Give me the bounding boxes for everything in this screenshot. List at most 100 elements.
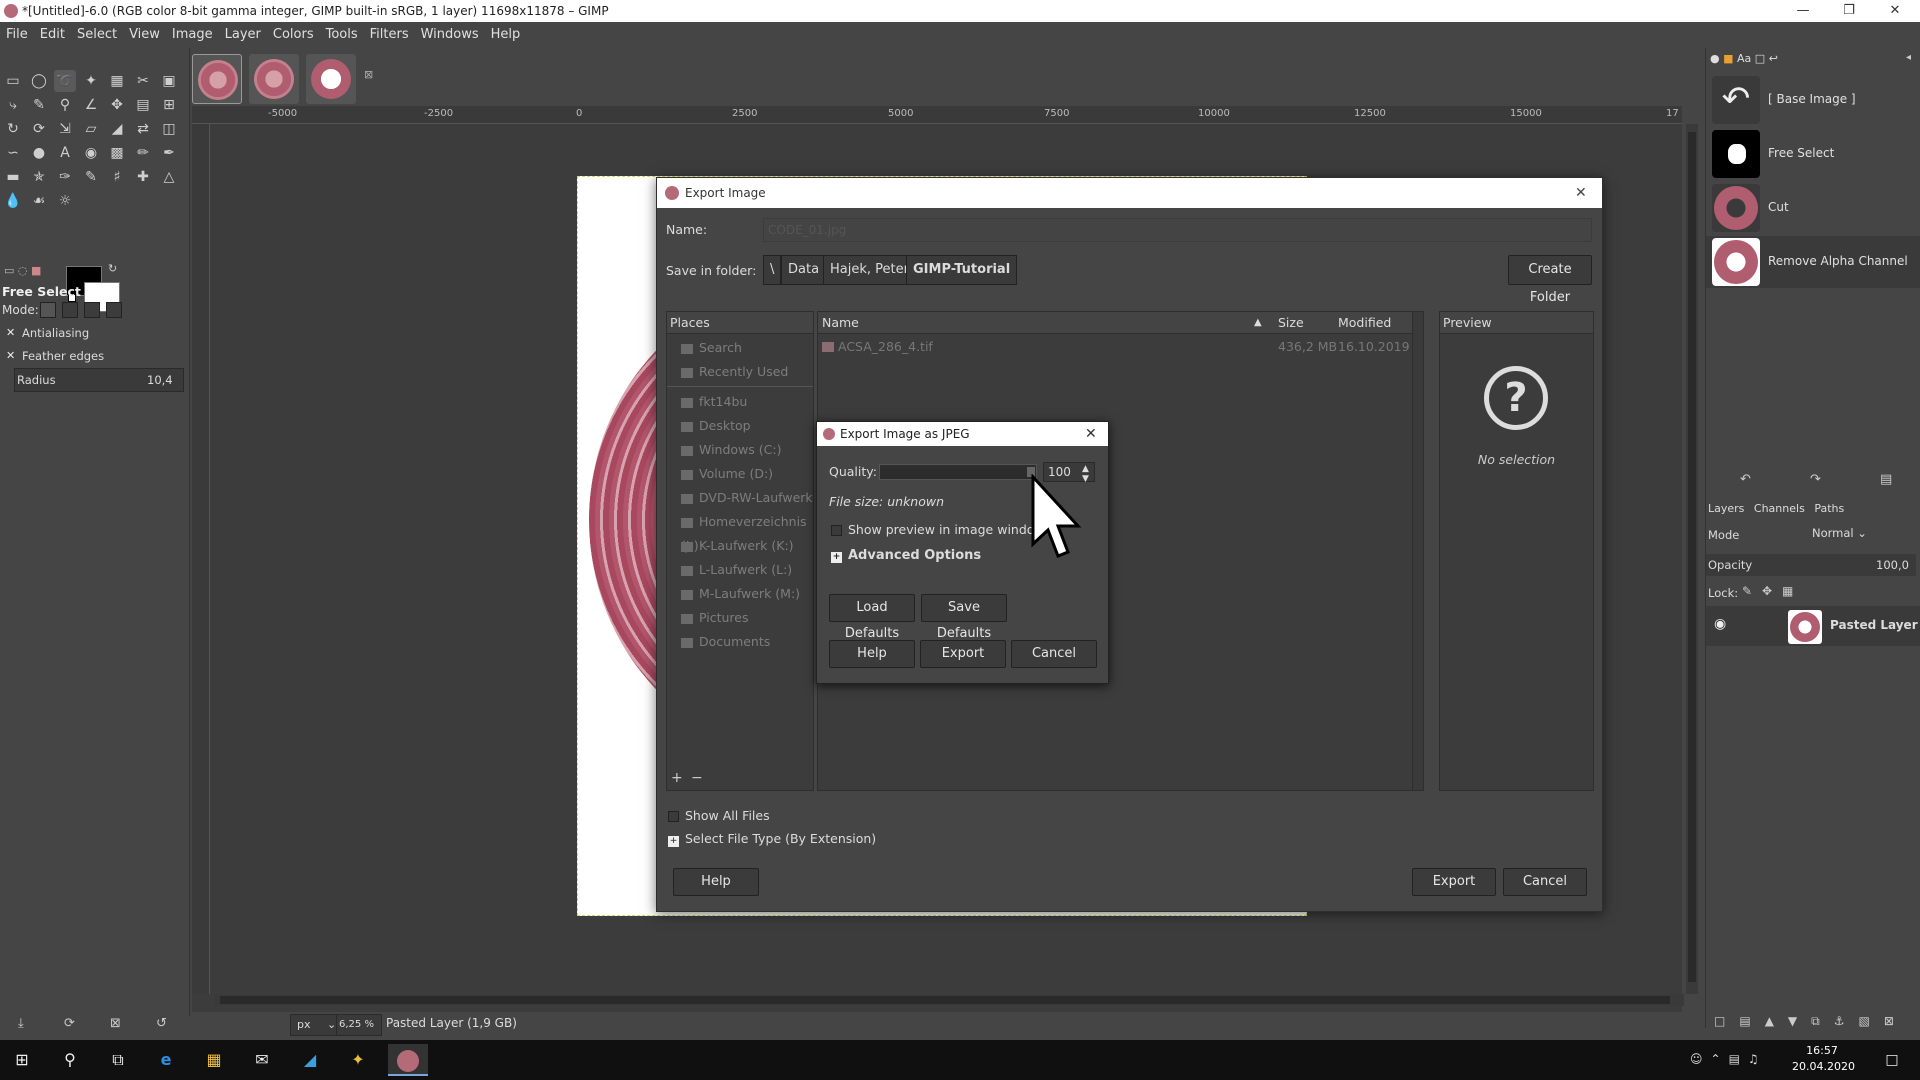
mail-icon[interactable]: ✉: [242, 1044, 282, 1076]
undo-history-item-active[interactable]: Remove Alpha Channel: [1706, 236, 1920, 288]
clock-date[interactable]: 20.04.2020: [1792, 1060, 1855, 1073]
fuzzy-select-icon[interactable]: ✦: [80, 70, 102, 92]
place-home[interactable]: fkt14bu: [681, 390, 747, 414]
mode-intersect-button[interactable]: [106, 302, 122, 318]
save-defaults-button[interactable]: Save Defaults: [921, 594, 1007, 641]
brush-tab-icon[interactable]: ●: [1710, 52, 1720, 65]
show-preview-checkbox[interactable]: [831, 525, 842, 536]
unit-select[interactable]: px ⌄: [290, 1014, 342, 1036]
paths-icon[interactable]: ⤷: [2, 94, 24, 116]
place-drive-k[interactable]: K-Laufwerk (K:): [681, 534, 794, 558]
paintbrush-icon[interactable]: ✒: [158, 142, 180, 164]
people-icon[interactable]: ☺: [1690, 1052, 1711, 1066]
ellipse-select-icon[interactable]: ◯: [28, 70, 50, 92]
undo-history-item[interactable]: Free Select: [1712, 128, 1917, 180]
quality-slider[interactable]: [879, 464, 1037, 480]
load-defaults-button[interactable]: Load Defaults: [829, 594, 915, 641]
perspective-icon[interactable]: ◢: [106, 118, 128, 140]
antialiasing-checkbox[interactable]: ✕: [6, 327, 18, 339]
horizontal-scrollbar[interactable]: [214, 994, 1684, 1006]
undo-history-item[interactable]: ↶ [ Base Image ]: [1712, 74, 1917, 126]
place-drive-l[interactable]: L-Laufwerk (L:): [681, 558, 792, 582]
path-current-button[interactable]: GIMP-Tutorial: [906, 255, 1018, 285]
horizontal-scroll-thumb[interactable]: [220, 996, 1670, 1004]
image-tab-3[interactable]: [306, 54, 356, 104]
maximize-icon[interactable]: ❐: [1826, 0, 1872, 22]
filename-input[interactable]: CODE_01.jpg: [763, 218, 1592, 242]
lock-pixels-icon[interactable]: ✎: [1742, 584, 1752, 598]
lock-position-icon[interactable]: ✥: [1762, 584, 1772, 598]
pattern-tab-icon[interactable]: ■: [1723, 52, 1733, 65]
gimp-taskbar-icon[interactable]: [388, 1044, 428, 1076]
image-tab-1[interactable]: [192, 54, 242, 104]
tab-paths[interactable]: Paths: [1814, 502, 1844, 515]
delete-tool-preset-icon[interactable]: ⊠: [110, 1016, 121, 1031]
minimize-icon[interactable]: —: [1780, 0, 1826, 22]
menu-view[interactable]: View: [123, 22, 166, 48]
move-icon[interactable]: ✥: [106, 94, 128, 116]
close-icon[interactable]: ✕: [1872, 0, 1918, 22]
clear-history-icon[interactable]: ▤: [1880, 472, 1892, 487]
path-user-button[interactable]: Hajek, Peter: [823, 255, 916, 285]
handle-transform-icon[interactable]: ●: [28, 142, 50, 164]
column-modified[interactable]: Modified: [1338, 312, 1391, 334]
reset-tool-options-icon[interactable]: ↺: [156, 1016, 167, 1031]
scale-icon[interactable]: ⇲: [54, 118, 76, 140]
device-status-tab-icon[interactable]: ◌: [18, 264, 28, 277]
place-drive-j[interactable]: Homeverzeichnis (J:): [681, 510, 813, 553]
zoom-select[interactable]: 6,25 %: [336, 1014, 382, 1036]
place-drive-c[interactable]: Windows (C:): [681, 438, 781, 462]
radius-slider[interactable]: Radius 10,4: [14, 368, 184, 392]
tab-layers[interactable]: Layers: [1708, 502, 1744, 515]
show-all-files-row[interactable]: Show All Files: [668, 808, 770, 823]
taskbar-app-icon[interactable]: ◢: [290, 1044, 330, 1076]
flip-icon[interactable]: ⇄: [132, 118, 154, 140]
airbrush-icon[interactable]: ✯: [28, 166, 50, 188]
mode-subtract-button[interactable]: [84, 302, 100, 318]
start-button-icon[interactable]: ⊞: [2, 1044, 42, 1076]
cage-icon[interactable]: ◫: [158, 118, 180, 140]
scissors-icon[interactable]: ✂: [132, 70, 154, 92]
shear-icon[interactable]: ▱: [80, 118, 102, 140]
show-all-files-checkbox[interactable]: [668, 811, 679, 822]
network-icon[interactable]: ▤: [1729, 1052, 1748, 1066]
free-select-tool-icon[interactable]: ➰: [54, 70, 76, 92]
bucket-fill-icon[interactable]: ◉: [80, 142, 102, 164]
menu-filters[interactable]: Filters: [364, 22, 415, 48]
place-drive-d[interactable]: Volume (D:): [681, 462, 773, 486]
raise-layer-icon[interactable]: ▲: [1765, 1014, 1788, 1028]
tray-up-icon[interactable]: ⌃: [1711, 1052, 1729, 1066]
path-root-button[interactable]: \: [763, 255, 782, 285]
place-documents[interactable]: Documents: [681, 630, 770, 654]
menu-layer[interactable]: Layer: [219, 22, 267, 48]
image-tab-2[interactable]: [249, 54, 299, 104]
tool-options-tab-icon[interactable]: ▭: [4, 264, 14, 277]
mask-icon[interactable]: ▧: [1859, 1014, 1884, 1028]
by-color-select-icon[interactable]: ▦: [106, 70, 128, 92]
volume-icon[interactable]: ♫: [1748, 1052, 1767, 1066]
new-group-icon[interactable]: ▤: [1739, 1014, 1764, 1028]
anchor-layer-icon[interactable]: ⚓: [1834, 1014, 1859, 1028]
export-button[interactable]: Export: [1412, 868, 1496, 896]
undo-button-icon[interactable]: ↶: [1740, 472, 1751, 487]
notifications-icon[interactable]: □: [1872, 1044, 1912, 1076]
opacity-slider[interactable]: Opacity 100,0: [1706, 554, 1916, 576]
pencil-icon[interactable]: ✏: [132, 142, 154, 164]
menu-select[interactable]: Select: [71, 22, 123, 48]
advanced-options-expander[interactable]: + Advanced Options: [831, 548, 981, 563]
close-tab-icon[interactable]: ⊠: [364, 68, 373, 81]
search-icon[interactable]: ⚲: [50, 1044, 90, 1076]
column-size[interactable]: Size: [1278, 312, 1304, 334]
mode-replace-button[interactable]: [40, 302, 56, 318]
text-icon[interactable]: A: [54, 142, 76, 164]
place-pictures[interactable]: Pictures: [681, 606, 749, 630]
dodge-burn-icon[interactable]: ☼: [54, 190, 76, 212]
visibility-eye-icon[interactable]: ◉: [1714, 616, 1726, 632]
menu-edit[interactable]: Edit: [34, 22, 71, 48]
place-dvd[interactable]: DVD-RW-Laufwerk ...: [681, 486, 813, 529]
menu-help[interactable]: Help: [485, 22, 527, 48]
show-preview-row[interactable]: Show preview in image window: [831, 522, 1045, 537]
place-desktop[interactable]: Desktop: [681, 414, 751, 438]
file-type-expander[interactable]: + Select File Type (By Extension): [668, 831, 876, 847]
feather-edges-checkbox[interactable]: ✕: [6, 350, 18, 362]
